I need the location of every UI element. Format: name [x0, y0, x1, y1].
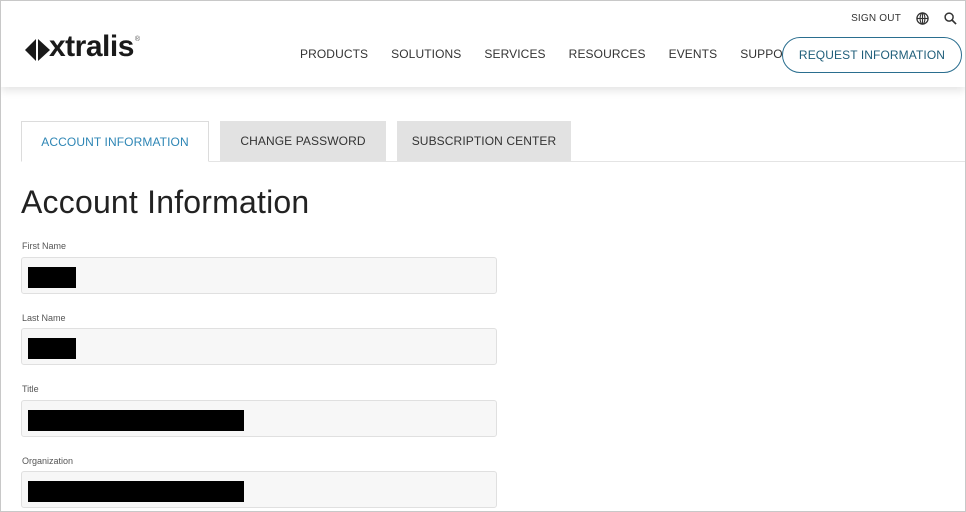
title-field[interactable]: [21, 400, 497, 437]
trademark-mark: ®: [134, 36, 141, 43]
page-title: Account Information: [21, 184, 310, 220]
request-information-button[interactable]: REQUEST INFORMATION: [782, 37, 962, 73]
title-label: Title: [22, 384, 39, 394]
first-name-label: First Name: [22, 241, 67, 251]
nav-services[interactable]: SERVICES: [484, 47, 545, 61]
globe-icon[interactable]: [915, 11, 929, 25]
last-name-label: Last Name: [22, 313, 66, 323]
nav-solutions[interactable]: SOLUTIONS: [391, 47, 461, 61]
site-header: xtralis ® SIGN OUT PRODUCTS SOLUTIONS SE…: [1, 1, 965, 87]
nav-products[interactable]: PRODUCTS: [300, 47, 368, 61]
redacted-value: [28, 410, 244, 431]
utility-bar: SIGN OUT: [851, 11, 957, 25]
sign-out-link[interactable]: SIGN OUT: [851, 13, 901, 24]
diamond-logo-icon: [25, 38, 50, 61]
tab-subscription-center[interactable]: SUBSCRIPTION CENTER: [397, 121, 571, 161]
organization-label: Organization: [22, 456, 74, 466]
last-name-field[interactable]: [21, 328, 497, 365]
account-tabs: ACCOUNT INFORMATION CHANGE PASSWORD SUBS…: [21, 121, 965, 162]
xtralis-logo[interactable]: xtralis ®: [25, 28, 140, 70]
first-name-field[interactable]: [21, 257, 497, 294]
organization-field[interactable]: [21, 471, 497, 508]
tab-change-password[interactable]: CHANGE PASSWORD: [220, 121, 386, 161]
redacted-value: [28, 267, 76, 288]
nav-resources[interactable]: RESOURCES: [569, 47, 646, 61]
tab-account-information[interactable]: ACCOUNT INFORMATION: [21, 121, 209, 162]
redacted-value: [28, 481, 244, 502]
main-nav: PRODUCTS SOLUTIONS SERVICES RESOURCES EV…: [300, 47, 822, 61]
redacted-value: [28, 338, 76, 359]
page: xtralis ® SIGN OUT PRODUCTS SOLUTIONS SE…: [0, 0, 966, 512]
search-icon[interactable]: [943, 11, 957, 25]
nav-events[interactable]: EVENTS: [669, 47, 718, 61]
logo-wordmark: xtralis: [49, 30, 134, 63]
